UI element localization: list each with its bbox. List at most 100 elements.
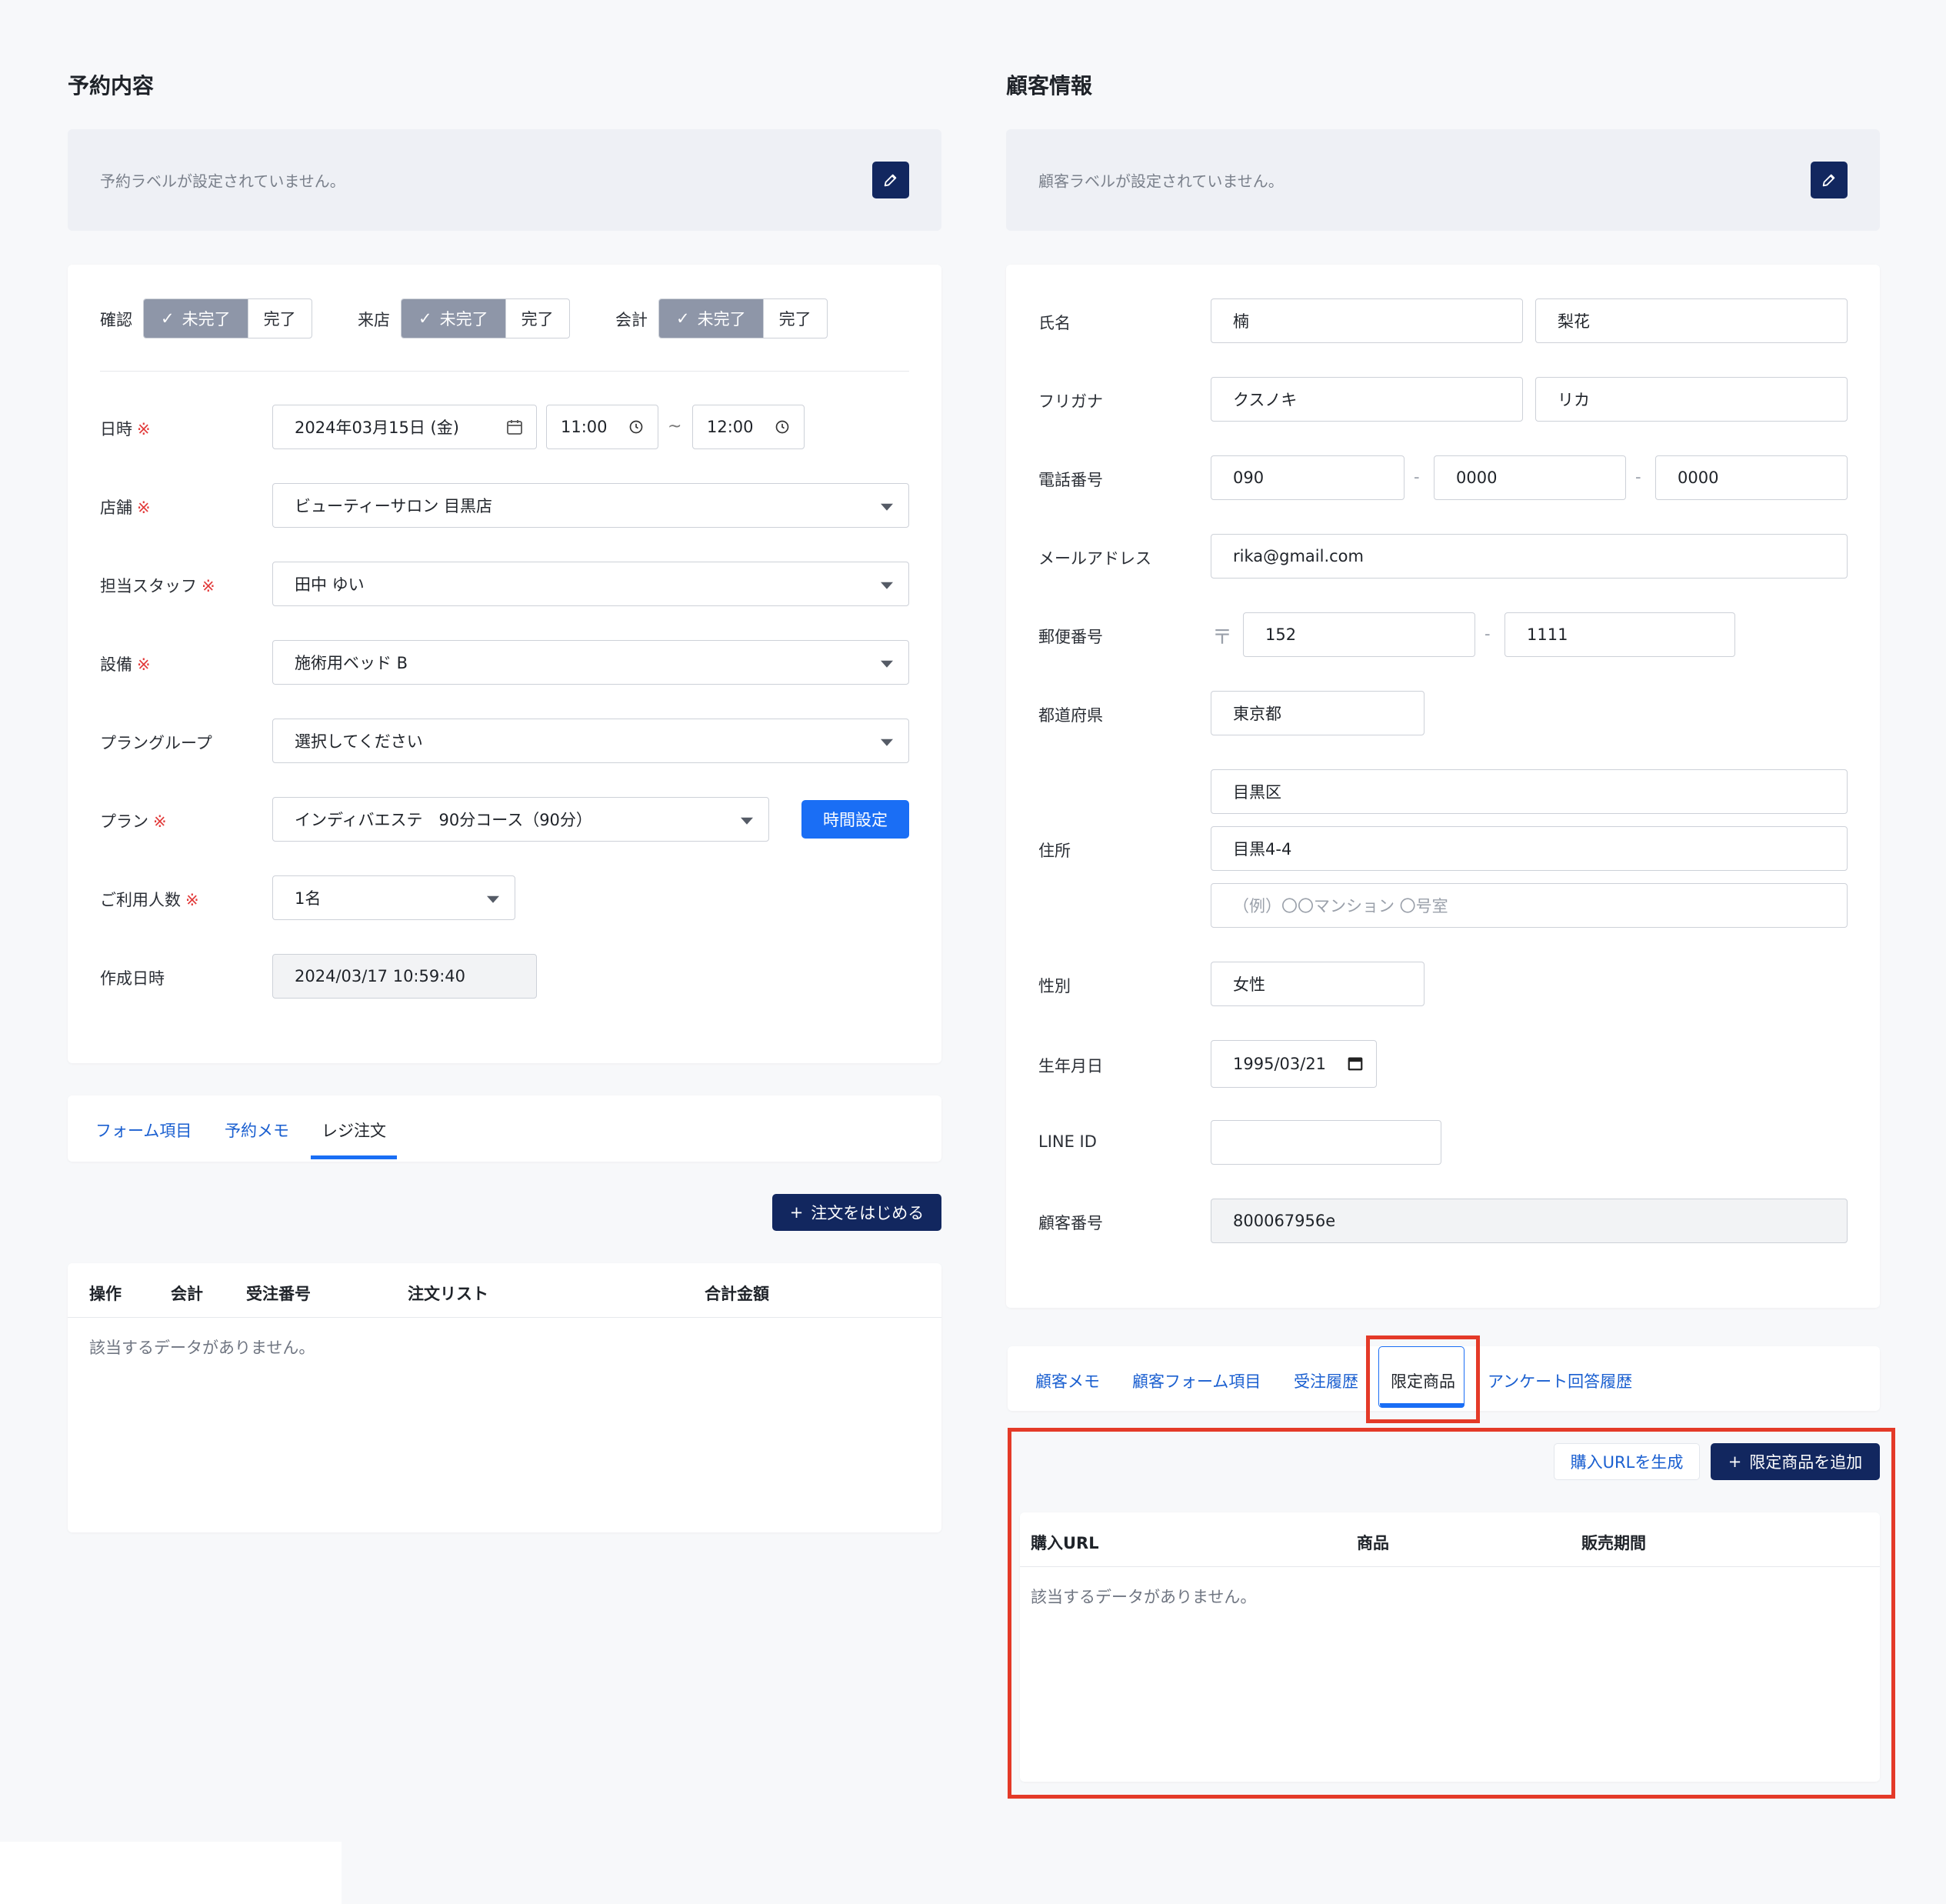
plan-group-label: プラングループ: [100, 734, 212, 752]
address-label: 住所: [1038, 842, 1071, 860]
status-payment-complete[interactable]: 完了: [762, 299, 827, 338]
status-visit-complete[interactable]: 完了: [505, 299, 569, 338]
phone-part3-input[interactable]: 0000: [1655, 455, 1848, 500]
check-icon: ✓: [676, 309, 690, 328]
status-confirm-complete[interactable]: 完了: [247, 299, 312, 338]
plan-label: プラン ※: [100, 812, 167, 831]
check-icon: ✓: [418, 309, 432, 328]
order-col-order-number: 受注番号: [246, 1285, 311, 1303]
first-kana-input[interactable]: リカ: [1535, 377, 1848, 422]
address-line3-input[interactable]: （例）〇〇マンション 〇号室: [1211, 883, 1848, 928]
calendar-icon: [507, 420, 522, 435]
tab-reservation-memo[interactable]: 予約メモ: [225, 1119, 289, 1142]
staff-select[interactable]: 田中 ゆい: [272, 562, 909, 606]
email-input[interactable]: rika@gmail.com: [1211, 534, 1848, 579]
customer-label-edit-button[interactable]: [1811, 162, 1848, 198]
status-visit-incomplete[interactable]: ✓ 未完了: [402, 299, 505, 338]
start-order-button[interactable]: + 注文をはじめる: [772, 1194, 941, 1231]
chevron-down-icon: [881, 739, 893, 746]
time-setting-button[interactable]: 時間設定: [801, 800, 909, 839]
chevron-down-icon: [487, 895, 499, 903]
zip-part1-input[interactable]: 152: [1243, 612, 1475, 657]
address-line1-input[interactable]: 目黒区: [1211, 769, 1848, 814]
birthday-input[interactable]: 1995/03/21: [1211, 1040, 1377, 1088]
pencil-icon: [884, 174, 897, 187]
kana-label: フリガナ: [1038, 392, 1103, 411]
created-value: 2024/03/17 10:59:40: [272, 954, 537, 999]
tab-order-history[interactable]: 受注履歴: [1294, 1369, 1358, 1392]
tab-form-items[interactable]: フォーム項目: [95, 1119, 192, 1142]
blank-area: [0, 1842, 342, 1904]
people-select[interactable]: 1名: [272, 875, 515, 920]
status-visit-toggle[interactable]: ✓ 未完了 完了: [401, 298, 570, 338]
line-id-input[interactable]: [1211, 1120, 1441, 1165]
status-payment-incomplete[interactable]: ✓ 未完了: [659, 299, 763, 338]
created-label: 作成日時: [100, 969, 165, 988]
zip-label: 郵便番号: [1038, 628, 1103, 646]
phone-separator: -: [1414, 468, 1420, 486]
phone-part2-input[interactable]: 0000: [1434, 455, 1626, 500]
customer-label-text: 顧客ラベルが設定されていません。: [1038, 172, 1284, 191]
equipment-label: 設備 ※: [100, 655, 151, 674]
gender-input[interactable]: 女性: [1211, 962, 1425, 1006]
plan-select[interactable]: インディバエステ 90分コース（90分）: [272, 797, 769, 842]
datetime-label: 日時 ※: [100, 420, 151, 438]
tab-survey-history[interactable]: アンケート回答履歴: [1488, 1369, 1632, 1392]
date-input[interactable]: 2024年03月15日 (金): [272, 405, 537, 449]
reservation-label-edit-button[interactable]: [872, 162, 909, 198]
plus-icon: +: [789, 1203, 804, 1222]
order-empty-text: 該当するデータがありません。: [89, 1339, 315, 1357]
divider: [68, 1317, 941, 1318]
store-select[interactable]: ビューティーサロン 目黒店: [272, 483, 909, 528]
tab-register-order[interactable]: レジ注文: [322, 1119, 386, 1142]
check-icon: ✓: [161, 309, 175, 328]
chevron-down-icon: [881, 503, 893, 511]
clock-icon: [775, 420, 789, 434]
order-col-order-list: 注文リスト: [408, 1285, 488, 1303]
postal-mark-icon: 〒: [1212, 626, 1233, 649]
address-line2-input[interactable]: 目黒4-4: [1211, 826, 1848, 871]
highlight-box-tab: [1366, 1335, 1480, 1423]
reservation-tabs-bar: [68, 1095, 941, 1162]
active-tab-indicator: [311, 1155, 397, 1159]
prefecture-label: 都道府県: [1038, 706, 1103, 725]
phone-label: 電話番号: [1038, 471, 1103, 489]
customer-number-label: 顧客番号: [1038, 1214, 1103, 1232]
staff-label: 担当スタッフ ※: [100, 577, 215, 595]
order-col-payment: 会計: [171, 1285, 203, 1303]
plan-group-select[interactable]: 選択してください: [272, 719, 909, 763]
divider: [100, 371, 909, 372]
first-name-input[interactable]: 梨花: [1535, 298, 1848, 343]
status-visit-label: 来店: [358, 311, 390, 329]
time-range-separator: ~: [668, 417, 682, 436]
reservation-label-text: 予約ラベルが設定されていません。: [100, 172, 345, 191]
chevron-down-icon: [881, 660, 893, 668]
reservation-title: 予約内容: [68, 73, 155, 98]
end-time-input[interactable]: 12:00: [692, 405, 805, 449]
order-col-total: 合計金額: [705, 1285, 769, 1303]
phone-part1-input[interactable]: 090: [1211, 455, 1405, 500]
status-payment-toggle[interactable]: ✓ 未完了 完了: [658, 298, 828, 338]
start-time-input[interactable]: 11:00: [546, 405, 658, 449]
tab-customer-form-items[interactable]: 顧客フォーム項目: [1132, 1369, 1261, 1392]
clock-icon: [629, 420, 643, 434]
zip-part2-input[interactable]: 1111: [1504, 612, 1735, 657]
customer-number-value: 800067956e: [1211, 1199, 1848, 1243]
customer-label-box: 顧客ラベルが設定されていません。: [1006, 129, 1880, 231]
gender-label: 性別: [1038, 977, 1071, 995]
last-name-input[interactable]: 楠: [1211, 298, 1523, 343]
calendar-icon: [1348, 1057, 1363, 1071]
prefecture-input[interactable]: 東京都: [1211, 691, 1425, 735]
status-confirm-incomplete[interactable]: ✓ 未完了: [144, 299, 248, 338]
status-confirm-label: 確認: [100, 311, 132, 329]
chevron-down-icon: [741, 817, 753, 825]
birthday-label: 生年月日: [1038, 1057, 1103, 1075]
name-label: 氏名: [1038, 314, 1071, 332]
equipment-select[interactable]: 施術用ベッド B: [272, 640, 909, 685]
people-label: ご利用人数 ※: [100, 891, 199, 909]
chevron-down-icon: [881, 582, 893, 589]
tab-customer-memo[interactable]: 顧客メモ: [1035, 1369, 1100, 1392]
order-col-action: 操作: [89, 1285, 122, 1303]
status-confirm-toggle[interactable]: ✓ 未完了 完了: [143, 298, 312, 338]
last-kana-input[interactable]: クスノキ: [1211, 377, 1523, 422]
